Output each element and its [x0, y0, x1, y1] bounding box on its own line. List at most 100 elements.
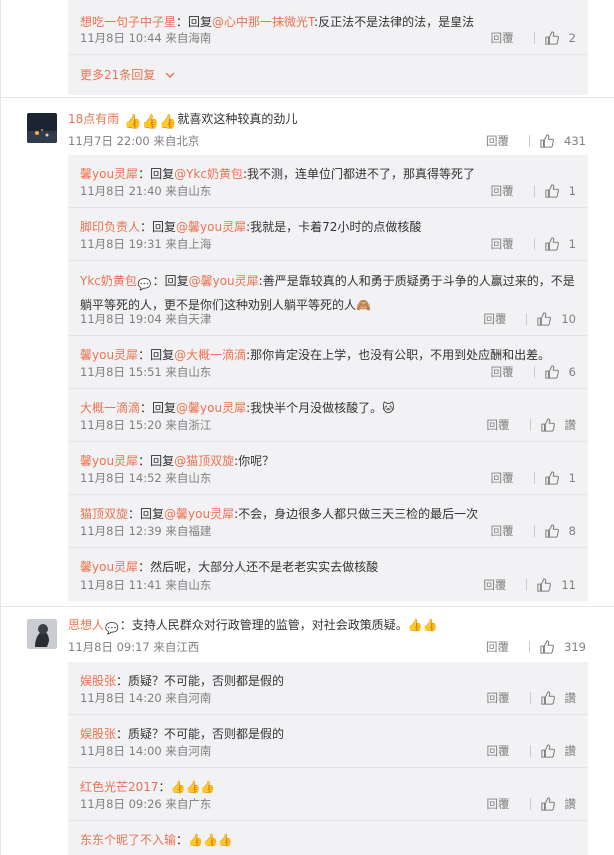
reply-button[interactable]: 回覆: [491, 30, 514, 46]
reply-username[interactable]: 馨you灵犀: [80, 454, 138, 468]
list-item: 脚印负责人：回复@馨you灵犀:我就是，卡着72小时的点做核酸 11月8日 19…: [68, 208, 588, 261]
comment-username[interactable]: 思想人: [68, 618, 104, 632]
like-button[interactable]: 11: [537, 578, 576, 592]
list-item: 馨you灵犀：回复@猫顶双旋:你呢？ 11月8日 14:52 来自山东 回覆 1: [68, 442, 588, 495]
like-button[interactable]: 讚: [540, 690, 577, 706]
reply-username[interactable]: 想吃一句子中子星: [80, 15, 176, 29]
reply-button[interactable]: 回覆: [491, 523, 514, 539]
reply-prefix: ：回复: [140, 220, 177, 234]
avatar[interactable]: [27, 619, 57, 649]
avatar-image: [27, 113, 57, 143]
like-button[interactable]: 8: [545, 524, 576, 538]
badge-icon: 💬: [105, 622, 119, 635]
mention-link[interactable]: @馨you灵犀: [176, 220, 246, 234]
comment-location: 来自江西: [153, 640, 200, 654]
reply-meta: 11月8日 12:39 来自福建: [80, 523, 211, 539]
reply-text: ：👍👍👍: [158, 780, 216, 794]
reply-button[interactable]: 回覆: [487, 743, 510, 759]
like-count: 讚: [564, 691, 577, 705]
reply-username[interactable]: 馨you灵犀: [80, 560, 138, 574]
more-replies-link[interactable]: 更多21条回复: [68, 55, 588, 95]
reply-button[interactable]: 回覆: [486, 639, 509, 655]
divider: [533, 32, 535, 44]
reply-text: ：质疑？不可能，否则都是假的: [116, 674, 285, 688]
avatar[interactable]: [27, 113, 57, 143]
reply-text: :不会，身边很多人都只做三天三检的最后一次: [234, 507, 479, 521]
reply-username[interactable]: 大概一滴滴: [80, 401, 140, 415]
like-count: 6: [568, 365, 576, 379]
reply-username[interactable]: 猫顶双旋: [80, 507, 128, 521]
like-button[interactable]: 讚: [540, 417, 576, 433]
reply-username[interactable]: 红色光芒2017: [80, 780, 159, 794]
like-count: 1: [568, 184, 576, 198]
like-count: 1: [568, 237, 576, 251]
like-count: 431: [564, 134, 586, 148]
like-button[interactable]: 2: [545, 31, 576, 45]
mention-link[interactable]: @Ykc奶黄包: [174, 167, 243, 181]
mention-link[interactable]: @馨you灵犀: [176, 401, 246, 415]
mention-link[interactable]: @馨you灵犀: [189, 274, 259, 288]
top-reply-thread: 想吃一句子中子星：回复@心中那一抹微光T:反正法不是法律的法，是皇法 11月8日…: [68, 0, 588, 95]
reply-meta: 11月8日 15:20 来自浙江: [80, 417, 211, 433]
like-button[interactable]: 431: [540, 134, 586, 148]
divider: [529, 419, 531, 431]
like-button[interactable]: 6: [545, 365, 576, 379]
like-button[interactable]: 1: [545, 184, 576, 198]
divider: [533, 185, 535, 197]
mention-link[interactable]: @心中那一抹微光T: [212, 15, 314, 29]
list-item: 馨you灵犀：回复@大概一滴滴:那你肯定没在上学，也没有公职，不用到处应酬和出差…: [68, 336, 588, 389]
reply-username[interactable]: 东东个昵了不入输: [80, 833, 176, 847]
reply-button[interactable]: 回覆: [483, 311, 506, 327]
reply-button[interactable]: 回覆: [491, 470, 514, 486]
reply-username[interactable]: 脚印负责人: [80, 220, 140, 234]
reply-prefix: ：回复: [140, 401, 177, 415]
thumbs-up-icon: [545, 365, 559, 379]
like-button[interactable]: 10: [537, 312, 576, 326]
reply-username[interactable]: 娱股张: [80, 727, 116, 741]
comment-date: 11月7日 22:00: [68, 134, 150, 148]
reply-text: :你呢？: [234, 454, 275, 468]
list-item: 娱股张：质疑？不可能，否则都是假的 11月8日 14:00 来自河南 回覆 讚: [68, 715, 588, 768]
reply-prefix: ：回复: [138, 167, 175, 181]
divider: [533, 525, 535, 537]
reply-username[interactable]: 馨you灵犀: [80, 167, 138, 181]
reply-username[interactable]: Ykc奶黄包: [80, 274, 137, 288]
reply-button[interactable]: 回覆: [487, 417, 510, 433]
reply-button[interactable]: 回覆: [487, 690, 510, 706]
reply-button[interactable]: 回覆: [486, 133, 509, 149]
reply-text: :我就是，卡着72小时的点做核酸: [246, 220, 422, 234]
like-count: 8: [568, 524, 576, 538]
reply-button[interactable]: 回覆: [491, 236, 514, 252]
divider: [1, 606, 614, 607]
thumbs-up-icon: [537, 578, 552, 592]
reply-text: :反正法不是法律的法，是皇法: [314, 15, 475, 29]
reply-button[interactable]: 回覆: [491, 183, 514, 199]
reply-actions: 回覆 2: [491, 30, 576, 46]
reply-username[interactable]: 馨you灵犀: [80, 348, 138, 362]
reply-button[interactable]: 回覆: [483, 577, 506, 593]
like-button[interactable]: 1: [545, 237, 576, 251]
like-button[interactable]: 讚: [540, 796, 576, 812]
reply-meta: 11月8日 11:41 来自山东: [80, 577, 211, 593]
avatar-image: [27, 619, 57, 649]
reply-date: 11月8日 19:04: [80, 312, 162, 326]
like-button[interactable]: 1: [545, 471, 576, 485]
reply-button[interactable]: 回覆: [491, 364, 514, 380]
mention-link[interactable]: @馨you灵犀: [164, 507, 234, 521]
reply-username[interactable]: 娱股张: [80, 674, 116, 688]
reply-button[interactable]: 回覆: [487, 796, 510, 812]
comment-username[interactable]: 18点有雨: [68, 112, 119, 126]
reply-actions: 回覆 1: [491, 236, 576, 252]
reply-meta: 11月8日 21:40 来自山东: [80, 183, 211, 199]
reply-text: ：👍👍👍: [176, 833, 233, 847]
divider: [533, 366, 535, 378]
divider: [1, 97, 614, 98]
like-button[interactable]: 讚: [540, 743, 576, 759]
like-button[interactable]: 319: [540, 640, 586, 654]
divider: [529, 798, 531, 810]
mention-link[interactable]: @猫顶双旋: [174, 454, 234, 468]
reply-prefix: ：回复: [152, 274, 189, 288]
comment-actions: 回覆 319: [486, 639, 586, 655]
reply-location: 来自广东: [165, 797, 212, 811]
mention-link[interactable]: @大概一滴滴: [174, 348, 246, 362]
